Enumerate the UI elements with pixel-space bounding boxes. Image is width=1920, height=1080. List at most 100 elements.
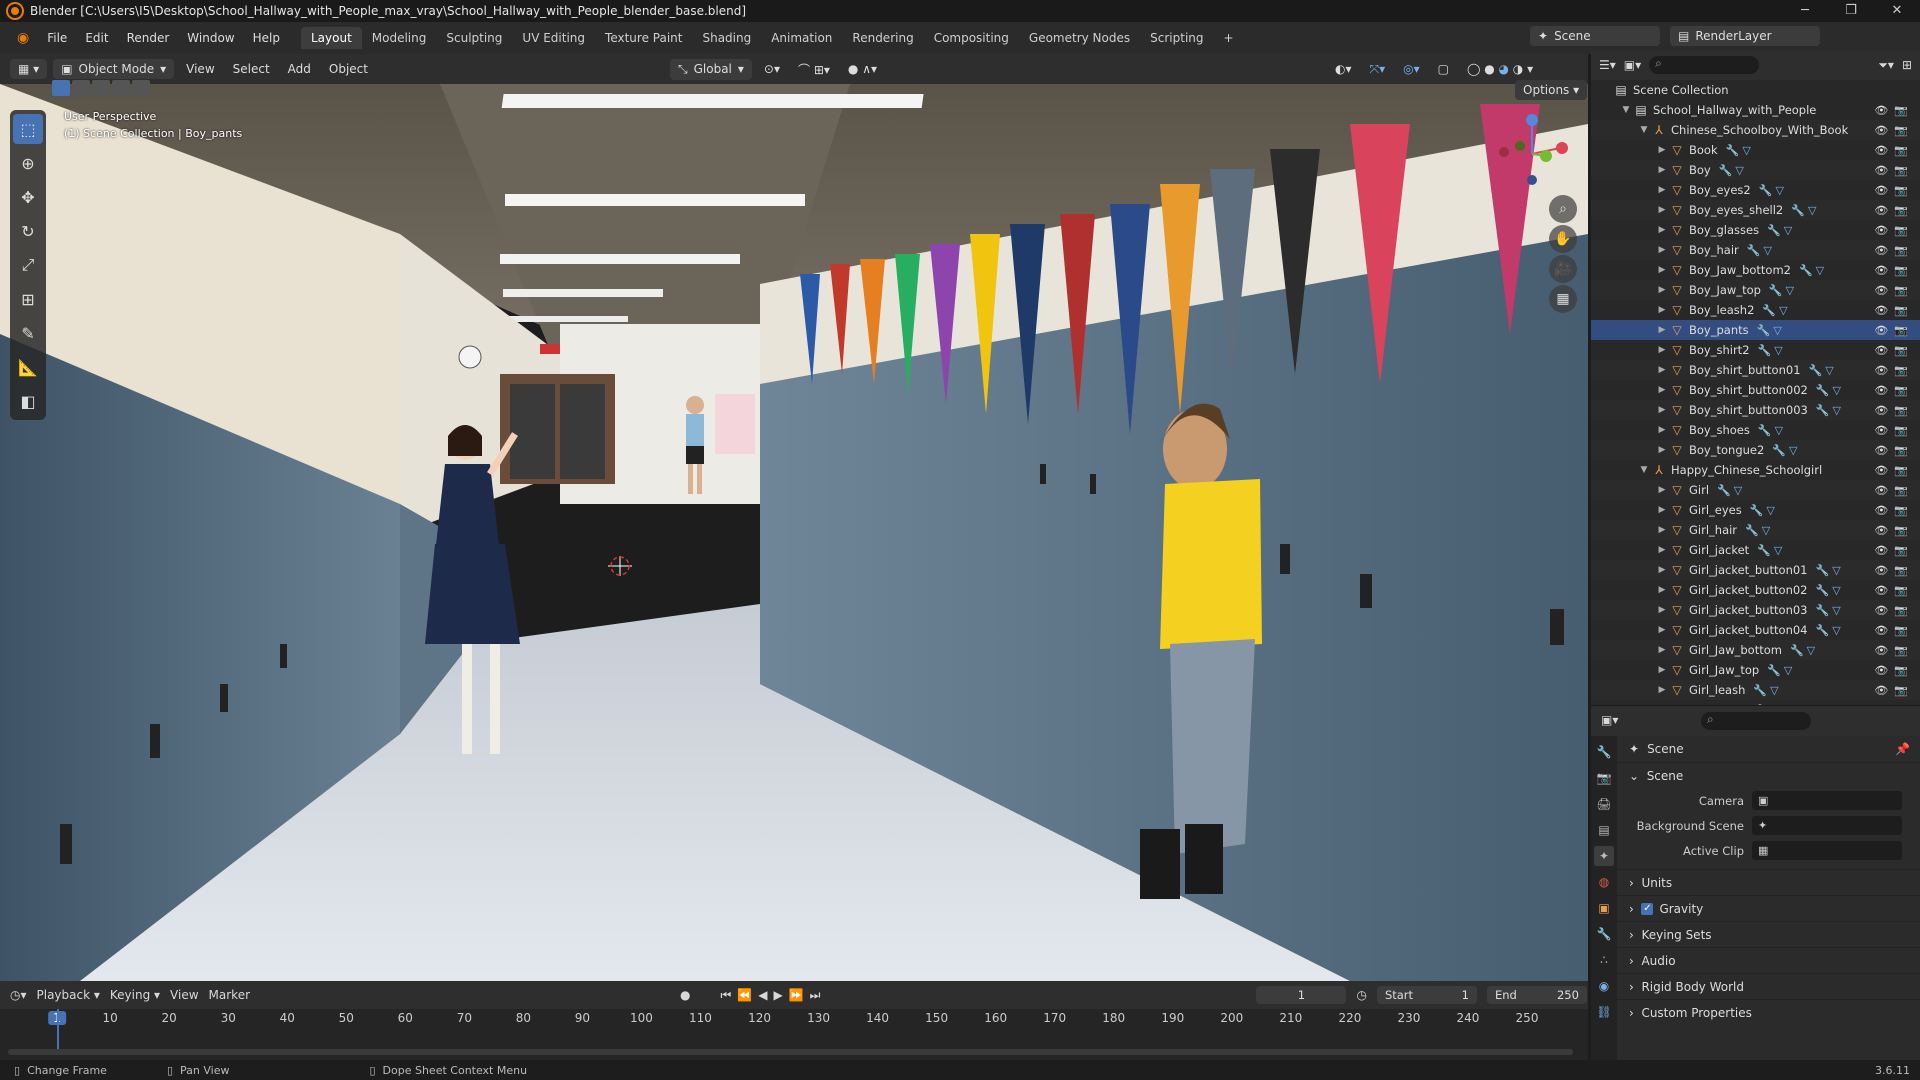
filter-icon[interactable]: ⏷▾ xyxy=(1878,58,1894,73)
expand-right-icon[interactable]: ▶ xyxy=(1655,165,1669,175)
modifier-data-icons[interactable]: 🔧▽ xyxy=(1816,564,1844,577)
select-intersect-icon[interactable] xyxy=(132,80,150,96)
eye-icon[interactable]: 👁📷 xyxy=(1874,444,1914,457)
gizmo-toggle-icon[interactable]: ⤧▾ xyxy=(1364,62,1392,77)
menu-view[interactable]: View xyxy=(180,62,220,76)
eye-icon[interactable]: 👁📷 xyxy=(1874,244,1914,257)
tab-shading[interactable]: Shading xyxy=(692,27,761,49)
expand-right-icon[interactable]: ▶ xyxy=(1655,505,1669,515)
end-frame-field[interactable]: End 250 xyxy=(1486,986,1587,1004)
expand-right-icon[interactable]: ▶ xyxy=(1655,325,1669,335)
outliner-object-row[interactable]: ▶ ▽ Boy_shirt_button002 🔧▽ 👁📷 xyxy=(1591,380,1920,400)
expand-down-icon[interactable]: ▼ xyxy=(1637,465,1651,475)
outliner-object-row[interactable]: ▶ ▽ Boy 🔧▽ 👁📷 xyxy=(1591,160,1920,180)
modifier-data-icons[interactable]: 🔧▽ xyxy=(1757,544,1785,557)
outliner-object-row[interactable]: ▶ ▽ Boy_shirt_button01 🔧▽ 👁📷 xyxy=(1591,360,1920,380)
pin-icon[interactable]: 📌 xyxy=(1895,742,1910,756)
scene-tab-icon[interactable]: ✦ xyxy=(1594,846,1614,866)
expand-right-icon[interactable]: ▶ xyxy=(1655,285,1669,295)
snap-icon[interactable]: ⌒ ⊞▾ xyxy=(792,61,836,78)
world-tab-icon[interactable]: ◍ xyxy=(1594,872,1614,892)
eye-icon[interactable]: 👁📷 xyxy=(1874,184,1914,197)
modifier-data-icons[interactable]: 🔧▽ xyxy=(1750,504,1778,517)
modifier-data-icons[interactable]: 🔧▽ xyxy=(1762,304,1790,317)
modifier-data-icons[interactable]: 🔧▽ xyxy=(1816,584,1844,597)
outliner-object-row[interactable]: ▶ ▽ Boy_shirt_button003 🔧▽ 👁📷 xyxy=(1591,400,1920,420)
modifier-data-icons[interactable]: 🔧▽ xyxy=(1747,244,1775,257)
outliner-object-row[interactable]: ▶ ▽ Girl_jacket 🔧▽ 👁📷 xyxy=(1591,540,1920,560)
expand-right-icon[interactable]: ▶ xyxy=(1655,685,1669,695)
active-clip-field[interactable]: ▦ xyxy=(1752,841,1902,860)
scene-section-header[interactable]: ⌄ Scene xyxy=(1617,762,1920,788)
modifier-data-icons[interactable]: 🔧▽ xyxy=(1799,264,1827,277)
3d-viewport[interactable] xyxy=(0,84,1588,981)
expand-right-icon[interactable]: ▶ xyxy=(1655,405,1669,415)
menu-object[interactable]: Object xyxy=(323,62,374,76)
tab-animation[interactable]: Animation xyxy=(761,27,842,49)
eye-icon[interactable]: 👁📷 xyxy=(1874,164,1914,177)
start-frame-field[interactable]: Start 1 xyxy=(1376,986,1477,1004)
modifier-data-icons[interactable]: 🔧▽ xyxy=(1758,424,1786,437)
modifier-data-icons[interactable]: 🔧▽ xyxy=(1756,704,1784,706)
outliner-object-row[interactable]: ▶ ▽ Boy_shoes 🔧▽ 👁📷 xyxy=(1591,420,1920,440)
outliner-object-row[interactable]: ▶ ▽ Boy_shirt2 🔧▽ 👁📷 xyxy=(1591,340,1920,360)
properties-editor-type-icon[interactable]: ▣▾ xyxy=(1601,713,1618,727)
menu-edit[interactable]: Edit xyxy=(76,31,117,45)
eye-icon[interactable]: 👁📷 xyxy=(1874,524,1914,537)
expand-right-icon[interactable]: ▶ xyxy=(1655,385,1669,395)
eye-icon[interactable]: 👁📷 xyxy=(1874,304,1914,317)
select-box-tool-icon[interactable]: ⬚ xyxy=(13,114,43,144)
eye-icon[interactable]: 👁📷 xyxy=(1874,624,1914,637)
editor-type-button[interactable]: ▦ ▾ xyxy=(10,59,48,79)
eye-icon[interactable]: 👁📷 xyxy=(1874,424,1914,437)
outliner-object-row[interactable]: ▶ ▽ Girl_jacket_button04 🔧▽ 👁📷 xyxy=(1591,620,1920,640)
outliner-group-row[interactable]: ▼ ⅄ Happy_Chinese_Schoolgirl 👁📷 xyxy=(1591,460,1920,480)
outliner-object-row[interactable]: ▶ ▽ Boy_eyes_shell2 🔧▽ 👁📷 xyxy=(1591,200,1920,220)
keying-sets-section[interactable]: › Keying Sets xyxy=(1617,921,1920,947)
outliner-object-row[interactable]: ▶▽Girl_shoes🔧▽👁📷 xyxy=(1591,700,1920,705)
outliner-object-row[interactable]: ▶ ▽ Boy_leash2 🔧▽ 👁📷 xyxy=(1591,300,1920,320)
object-mode-dropdown[interactable]: ▣ Object Mode ▾ xyxy=(53,59,175,79)
xray-icon[interactable]: ▢ xyxy=(1432,62,1455,76)
eye-icon[interactable]: 👁📷 xyxy=(1874,284,1914,297)
expand-down-icon[interactable]: ▼ xyxy=(1619,105,1633,115)
modifier-data-icons[interactable]: 🔧▽ xyxy=(1816,624,1844,637)
camera-view-icon[interactable]: 🎥 xyxy=(1549,255,1577,283)
playhead-line[interactable] xyxy=(57,1009,59,1049)
select-extend-icon[interactable] xyxy=(72,80,90,96)
properties-search-input[interactable]: ⌕ xyxy=(1701,712,1811,730)
units-section[interactable]: › Units xyxy=(1617,869,1920,895)
particles-tab-icon[interactable]: ∴ xyxy=(1594,950,1614,970)
rigid-body-world-section[interactable]: › Rigid Body World xyxy=(1617,973,1920,999)
modifier-data-icons[interactable]: 🔧▽ xyxy=(1816,384,1844,397)
new-collection-icon[interactable]: ⊞ xyxy=(1902,58,1912,72)
minimize-button[interactable]: ─ xyxy=(1782,0,1828,22)
eye-icon[interactable]: 👁📷 xyxy=(1874,344,1914,357)
outliner-object-row[interactable]: ▶ ▽ Girl_eyes 🔧▽ 👁📷 xyxy=(1591,500,1920,520)
expand-right-icon[interactable]: ▶ xyxy=(1655,625,1669,635)
eye-icon[interactable]: 👁📷 xyxy=(1874,704,1914,706)
transform-tool-icon[interactable]: ⊞ xyxy=(13,284,43,314)
outliner-object-row[interactable]: ▶ ▽ Boy_glasses 🔧▽ 👁📷 xyxy=(1591,220,1920,240)
annotate-tool-icon[interactable]: ✎ xyxy=(13,318,43,348)
eye-icon[interactable]: 👁📷 xyxy=(1874,604,1914,617)
pivot-icon[interactable]: ⊙▾ xyxy=(758,62,786,76)
eye-icon[interactable]: 👁📷 xyxy=(1874,364,1914,377)
outliner-object-row[interactable]: ▶ ▽ Boy_tongue2 🔧▽ 👁📷 xyxy=(1591,440,1920,460)
overlay-toggle-icon[interactable]: ◎▾ xyxy=(1397,62,1426,76)
outliner-object-row[interactable]: ▶ ▽ Boy_Jaw_bottom2 🔧▽ 👁📷 xyxy=(1591,260,1920,280)
stopwatch-icon[interactable]: ◷ xyxy=(1356,988,1366,1002)
view-layer-tab-icon[interactable]: ▤ xyxy=(1594,820,1614,840)
navigation-gizmo[interactable] xyxy=(1490,108,1570,188)
outliner-object-row[interactable]: ▶ ▽ Girl_jacket_button01 🔧▽ 👁📷 xyxy=(1591,560,1920,580)
playback-controls[interactable]: ⏮⏪◀▶⏩⏭ xyxy=(721,988,827,1003)
menu-playback[interactable]: Playback ▾ xyxy=(37,988,100,1002)
eye-icon[interactable]: 👁📷 xyxy=(1874,224,1914,237)
eye-icon[interactable]: 👁📷 xyxy=(1874,104,1914,117)
gravity-section[interactable]: › ✓ Gravity xyxy=(1617,895,1920,921)
modifier-data-icons[interactable]: 🔧▽ xyxy=(1769,284,1797,297)
modifier-tab-icon[interactable]: 🔧 xyxy=(1594,924,1614,944)
outliner-object-row[interactable]: ▶ ▽ Book 🔧▽ 👁📷 xyxy=(1591,140,1920,160)
eye-icon[interactable]: 👁📷 xyxy=(1874,684,1914,697)
pan-hand-icon[interactable]: ✋ xyxy=(1549,225,1577,253)
